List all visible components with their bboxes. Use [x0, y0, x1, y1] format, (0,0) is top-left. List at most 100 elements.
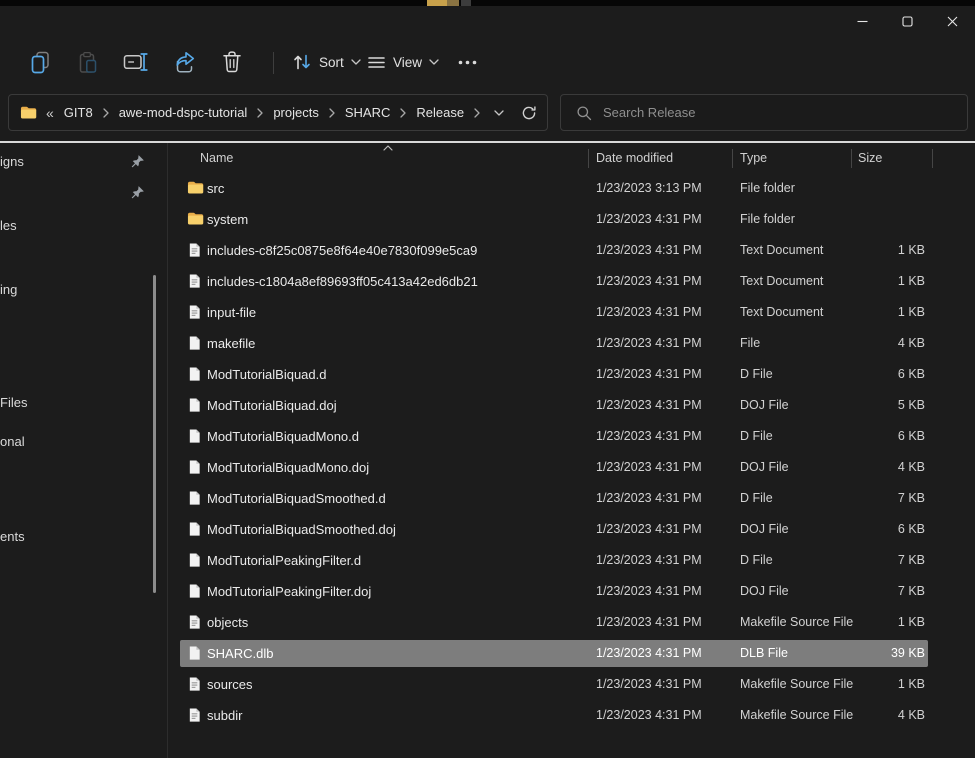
file-type: DLB File [740, 638, 788, 669]
file-row[interactable]: SHARC.dlb1/23/2023 4:31 PMDLB File39 KB [168, 638, 975, 669]
more-icon-slot [458, 60, 477, 65]
file-row[interactable]: system1/23/2023 4:31 PMFile folder [168, 204, 975, 235]
sidebar-item[interactable]: onal [0, 430, 168, 454]
file-date-modified: 1/23/2023 4:31 PM [596, 576, 702, 607]
view-icon-slot [367, 54, 386, 71]
address-dropdown-button[interactable] [484, 98, 514, 128]
refresh-button[interactable] [514, 98, 544, 128]
column-header-size[interactable]: Size [858, 143, 882, 173]
paste-button[interactable] [71, 45, 105, 79]
file-row[interactable]: makefile1/23/2023 4:31 PMFile4 KB [168, 328, 975, 359]
breadcrumb-separator[interactable] [253, 108, 267, 118]
file-date-modified: 1/23/2023 4:31 PM [596, 421, 702, 452]
file-row[interactable]: ModTutorialBiquad.d1/23/2023 4:31 PMD Fi… [168, 359, 975, 390]
file-row[interactable]: subdir1/23/2023 4:31 PMMakefile Source F… [168, 700, 975, 731]
rename-button[interactable] [119, 45, 153, 79]
close-button[interactable] [930, 6, 975, 36]
delete-button[interactable] [215, 45, 249, 79]
search-input[interactable] [603, 105, 967, 120]
file-row[interactable]: ModTutorialBiquadMono.d1/23/2023 4:31 PM… [168, 421, 975, 452]
share-button[interactable] [167, 45, 201, 79]
file-date-modified: 1/23/2023 4:31 PM [596, 297, 702, 328]
breadcrumb-item[interactable]: projects [267, 102, 325, 123]
file-row[interactable]: src1/23/2023 3:13 PMFile folder [168, 173, 975, 204]
file-date-modified: 1/23/2023 4:31 PM [596, 545, 702, 576]
breadcrumb-item[interactable]: awe-mod-dspc-tutorial [113, 102, 254, 123]
copy-button[interactable] [23, 45, 57, 79]
file-type: D File [740, 359, 773, 390]
breadcrumb-item[interactable]: GIT8 [58, 102, 99, 123]
breadcrumb-separator[interactable] [470, 108, 484, 118]
file-row[interactable]: ModTutorialBiquadMono.doj1/23/2023 4:31 … [168, 452, 975, 483]
file-icon [187, 645, 202, 661]
copy-icon [29, 51, 51, 74]
file-size: 39 KB [808, 638, 925, 669]
file-icon-slot [187, 397, 203, 413]
file-icon-slot [187, 211, 203, 227]
file-size: 5 KB [808, 390, 925, 421]
file-row[interactable]: ModTutorialBiquad.doj1/23/2023 4:31 PMDO… [168, 390, 975, 421]
file-icon [187, 428, 202, 444]
file-icon-slot [187, 521, 203, 537]
file-row[interactable]: includes-c8f25c0875e8f64e40e7830f099e5ca… [168, 235, 975, 266]
file-name: ModTutorialBiquad.d [207, 359, 326, 390]
file-row[interactable]: ModTutorialBiquadSmoothed.doj1/23/2023 4… [168, 514, 975, 545]
folder-icon [20, 105, 37, 120]
file-row[interactable]: objects1/23/2023 4:31 PMMakefile Source … [168, 607, 975, 638]
file-name: system [207, 204, 248, 235]
file-row[interactable]: ModTutorialBiquadSmoothed.d1/23/2023 4:3… [168, 483, 975, 514]
file-rows: src1/23/2023 3:13 PMFile foldersystem1/2… [168, 173, 975, 731]
breadcrumb-overflow-chevron[interactable]: « [46, 105, 54, 121]
see-more-button[interactable] [448, 45, 486, 79]
sidebar-item[interactable]: igns [0, 150, 168, 174]
file-icon-slot [187, 459, 203, 475]
breadcrumb-separator[interactable] [396, 108, 410, 118]
file-size: 4 KB [808, 328, 925, 359]
sort-button[interactable]: Sort [283, 45, 370, 79]
sidebar-item[interactable] [0, 181, 168, 205]
file-name: input-file [207, 297, 256, 328]
column-divider[interactable] [588, 149, 589, 168]
file-row[interactable]: includes-c1804a8ef89693ff05c413a42ed6db2… [168, 266, 975, 297]
file-size: 4 KB [808, 452, 925, 483]
text-document-icon [187, 614, 202, 630]
breadcrumb-item[interactable]: Release [410, 102, 470, 123]
sort-ascending-indicator [383, 145, 393, 151]
sidebar-item[interactable]: Files [0, 391, 168, 415]
file-icon [187, 552, 202, 568]
sidebar-item[interactable]: ing [0, 278, 168, 302]
file-row[interactable]: ModTutorialPeakingFilter.doj1/23/2023 4:… [168, 576, 975, 607]
file-size: 1 KB [808, 266, 925, 297]
file-size: 1 KB [808, 235, 925, 266]
file-size: 1 KB [808, 297, 925, 328]
sidebar-item[interactable]: ents [0, 525, 168, 549]
file-row[interactable]: input-file1/23/2023 4:31 PMText Document… [168, 297, 975, 328]
breadcrumb-item[interactable]: SHARC [339, 102, 397, 123]
column-divider[interactable] [932, 149, 933, 168]
file-row[interactable]: sources1/23/2023 4:31 PMMakefile Source … [168, 669, 975, 700]
column-header-type[interactable]: Type [740, 143, 767, 173]
breadcrumb-separator[interactable] [99, 108, 113, 118]
breadcrumb-separator[interactable] [325, 108, 339, 118]
file-row[interactable]: ModTutorialPeakingFilter.d1/23/2023 4:31… [168, 545, 975, 576]
file-size: 4 KB [808, 700, 925, 731]
chevron-down-slot [494, 110, 504, 116]
sort-button-label: Sort [319, 55, 344, 70]
maximize-button[interactable] [885, 6, 930, 36]
address-bar[interactable]: « GIT8 awe-mod-dspc-tutorial projects SHARC… [8, 94, 548, 131]
file-icon-slot [187, 366, 203, 382]
file-size: 1 KB [808, 669, 925, 700]
file-type: D File [740, 483, 773, 514]
column-divider[interactable] [851, 149, 852, 168]
file-type: File [740, 328, 760, 359]
sort-icon [292, 53, 312, 71]
chevron-slot [429, 59, 439, 65]
column-header-name[interactable]: Name [200, 143, 233, 173]
column-divider[interactable] [732, 149, 733, 168]
column-header-date-modified[interactable]: Date modified [596, 143, 673, 173]
file-list-pane: Name Date modified Type Size src1/23/2023 3… [168, 143, 975, 758]
view-button[interactable]: View [358, 45, 448, 79]
pin-slot [130, 154, 145, 169]
sidebar-item[interactable]: les [0, 214, 168, 238]
minimize-button[interactable] [840, 6, 885, 36]
